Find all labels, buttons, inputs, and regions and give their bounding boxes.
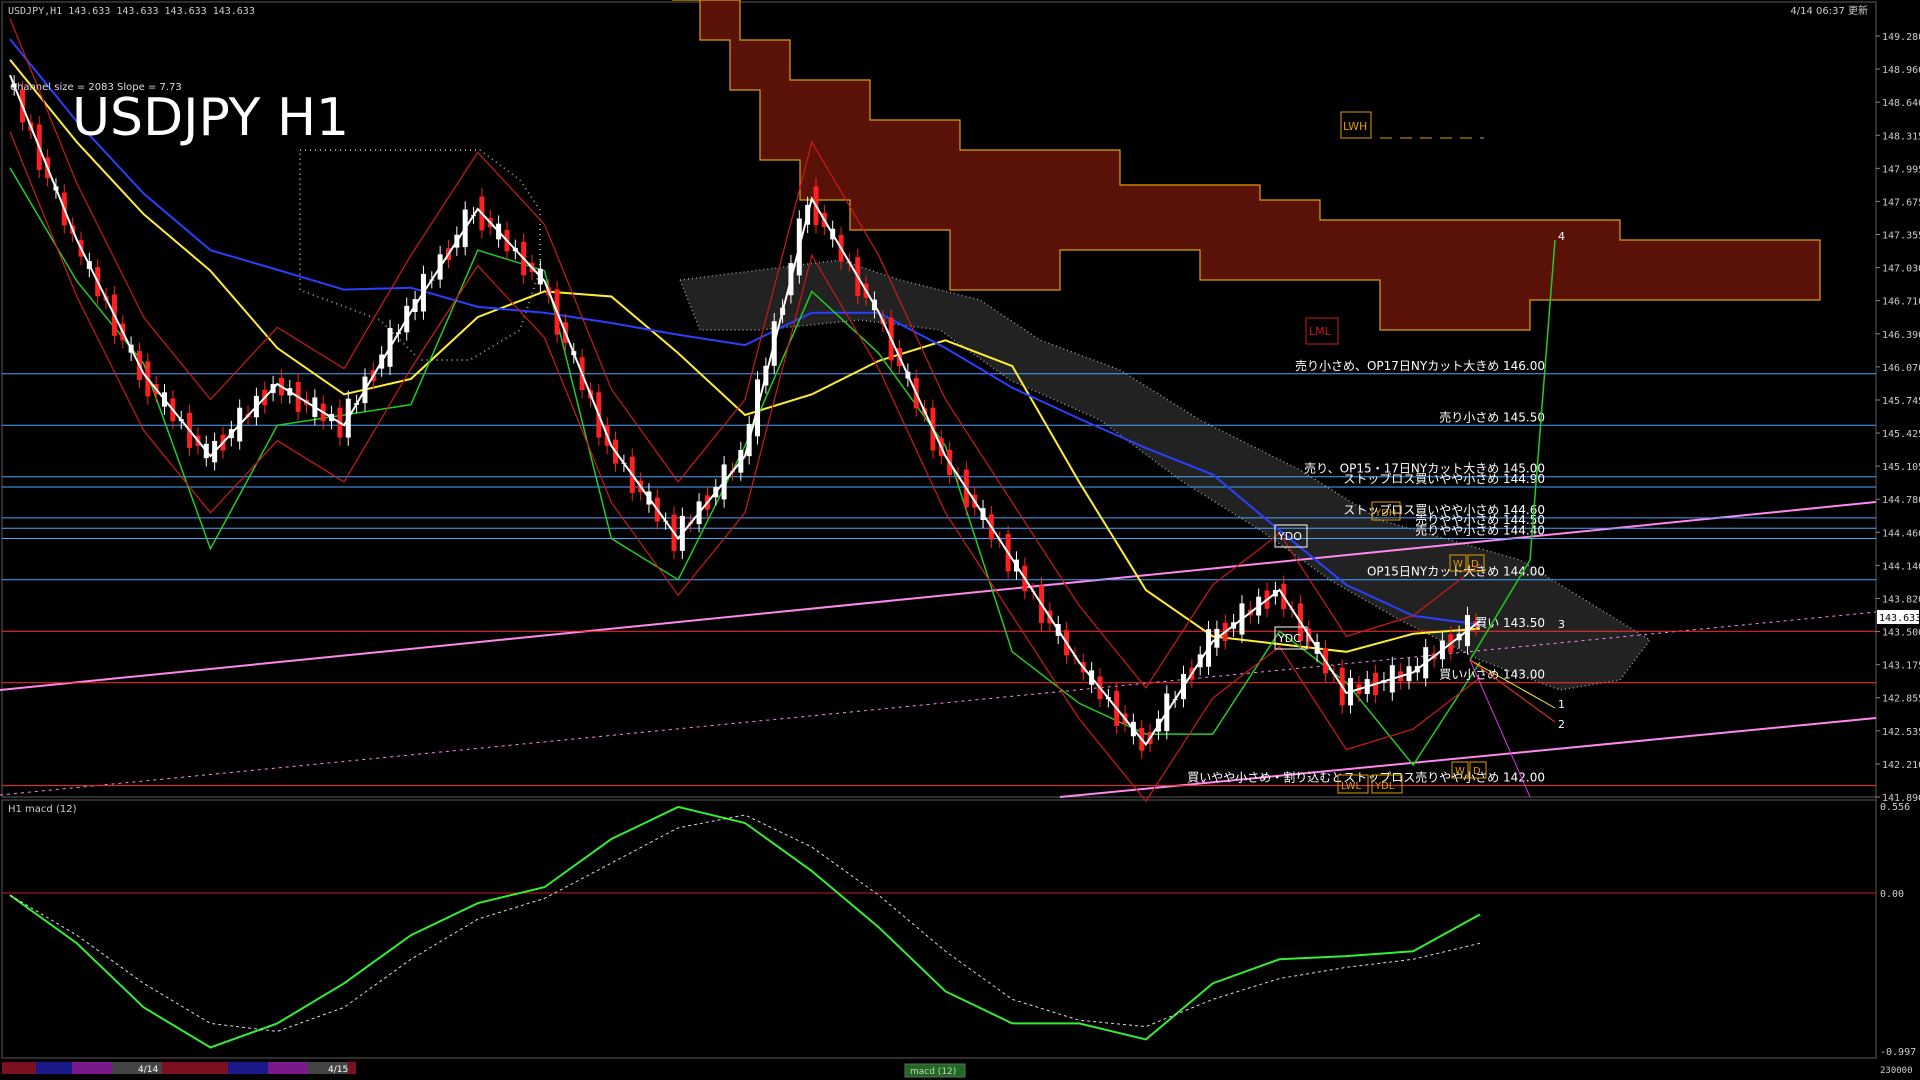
price-axis-label: 148.640 [1882, 98, 1920, 109]
level-annotation: 売り小さめ、OP17日NYカット大きめ 146.00 [1295, 358, 1545, 373]
price-axis-label: 143.500 [1882, 628, 1920, 639]
price-axis-label: 148.960 [1882, 65, 1920, 76]
price-axis-label: 142.855 [1882, 694, 1920, 705]
volume-label: 230000 [1880, 1066, 1913, 1076]
macd-axis-bottom: -0.997 [1880, 1047, 1916, 1058]
lwh-label: LWH [1343, 120, 1367, 133]
price-axis: 149.280 148.960 148.640 148.315 147.995 147.6… [1876, 32, 1920, 804]
wave-3-label: 3 [1558, 618, 1565, 631]
wave-1-label: 1 [1558, 698, 1565, 711]
price-axis-label: 145.745 [1882, 396, 1920, 407]
macd-signal-line [9, 814, 1481, 1032]
level-annotation: 買い 143.50 [1475, 616, 1545, 630]
macd-axis-zero: 0.00 [1880, 889, 1904, 900]
wave-4-label: 4 [1558, 230, 1565, 243]
level-annotation: ストップロス買いやや小さめ 144.90 [1343, 472, 1545, 486]
level-annotation: 買い小さめ 143.00 [1439, 668, 1545, 682]
price-line [9, 74, 1481, 747]
level-annotation: 買いやや小さめ・割り込むとストップロス売りやや小さめ 142.00 [1187, 770, 1545, 785]
lml-label: LML [1309, 325, 1332, 338]
d-label-top: D [1471, 559, 1479, 570]
level-annotations: 売り小さめ、OP17日NYカット大きめ 146.00 売り小さめ 145.50 売り… [1187, 358, 1545, 785]
price-axis-label: 144.460 [1882, 528, 1920, 539]
macd-title: H1 macd (12) [8, 804, 77, 815]
date-label-1: 4/14 [138, 1065, 158, 1075]
price-axis-label: 149.280 [1882, 32, 1920, 43]
level-lines [2, 373, 1876, 787]
price-axis-label: 144.780 [1882, 495, 1920, 506]
price-axis-label: 148.315 [1882, 131, 1920, 142]
d-label-bottom: D [1473, 766, 1481, 777]
macd-main-line [9, 805, 1481, 1049]
level-annotation: 売りやや小さめ 144.40 [1415, 523, 1545, 538]
price-axis-label: 142.210 [1882, 760, 1920, 771]
macd-axis-top: 0.556 [1880, 802, 1910, 813]
lwl-label: LWL [1341, 781, 1362, 792]
price-axis-label: 146.070 [1882, 363, 1920, 374]
ydh-label: YDH [1374, 508, 1396, 519]
chart-header: USDJPY,H1 143.633 143.633 143.633 143.63… [8, 6, 255, 17]
w-label-top: W [1453, 559, 1463, 570]
price-axis-label: 144.140 [1882, 561, 1920, 572]
ydo-label: YDO [1277, 530, 1302, 543]
wave-2-label: 2 [1558, 718, 1565, 731]
price-axis-label: 147.030 [1882, 264, 1920, 275]
price-axis-label: 146.390 [1882, 330, 1920, 341]
chart-window: USDJPY,H1 143.633 143.633 143.633 143.63… [0, 0, 1920, 1078]
update-time: 4/14 06:37 更新 [1790, 4, 1868, 17]
price-axis-label: 147.675 [1882, 197, 1920, 208]
price-axis-label: 143.820 [1882, 594, 1920, 605]
macd-lines [9, 805, 1481, 1049]
candles [11, 75, 1479, 759]
bottom-date-bar: 4/14 4/15 macd (12) [2, 1062, 966, 1078]
price-axis-label: 147.355 [1882, 231, 1920, 242]
price-axis-label: 147.995 [1882, 164, 1920, 175]
ichimoku-cloud [299, 0, 1821, 691]
date-label-2: 4/15 [328, 1065, 348, 1075]
price-axis-label: 145.425 [1882, 429, 1920, 440]
ydc-label: YDC [1277, 632, 1301, 645]
price-axis-label: 143.175 [1882, 661, 1920, 672]
ydl-label: YDL [1374, 781, 1395, 792]
current-price: 143.633 [1879, 613, 1920, 624]
big-title: USDJPY H1 [72, 88, 349, 148]
macd-tab-label: macd (12) [910, 1067, 956, 1077]
level-annotation: 売り小さめ 145.50 [1439, 409, 1545, 424]
price-axis-label: 146.710 [1882, 297, 1920, 308]
w-label-bottom: W [1455, 766, 1465, 777]
price-axis-label: 142.535 [1882, 727, 1920, 738]
price-axis-label: 145.105 [1882, 462, 1920, 473]
